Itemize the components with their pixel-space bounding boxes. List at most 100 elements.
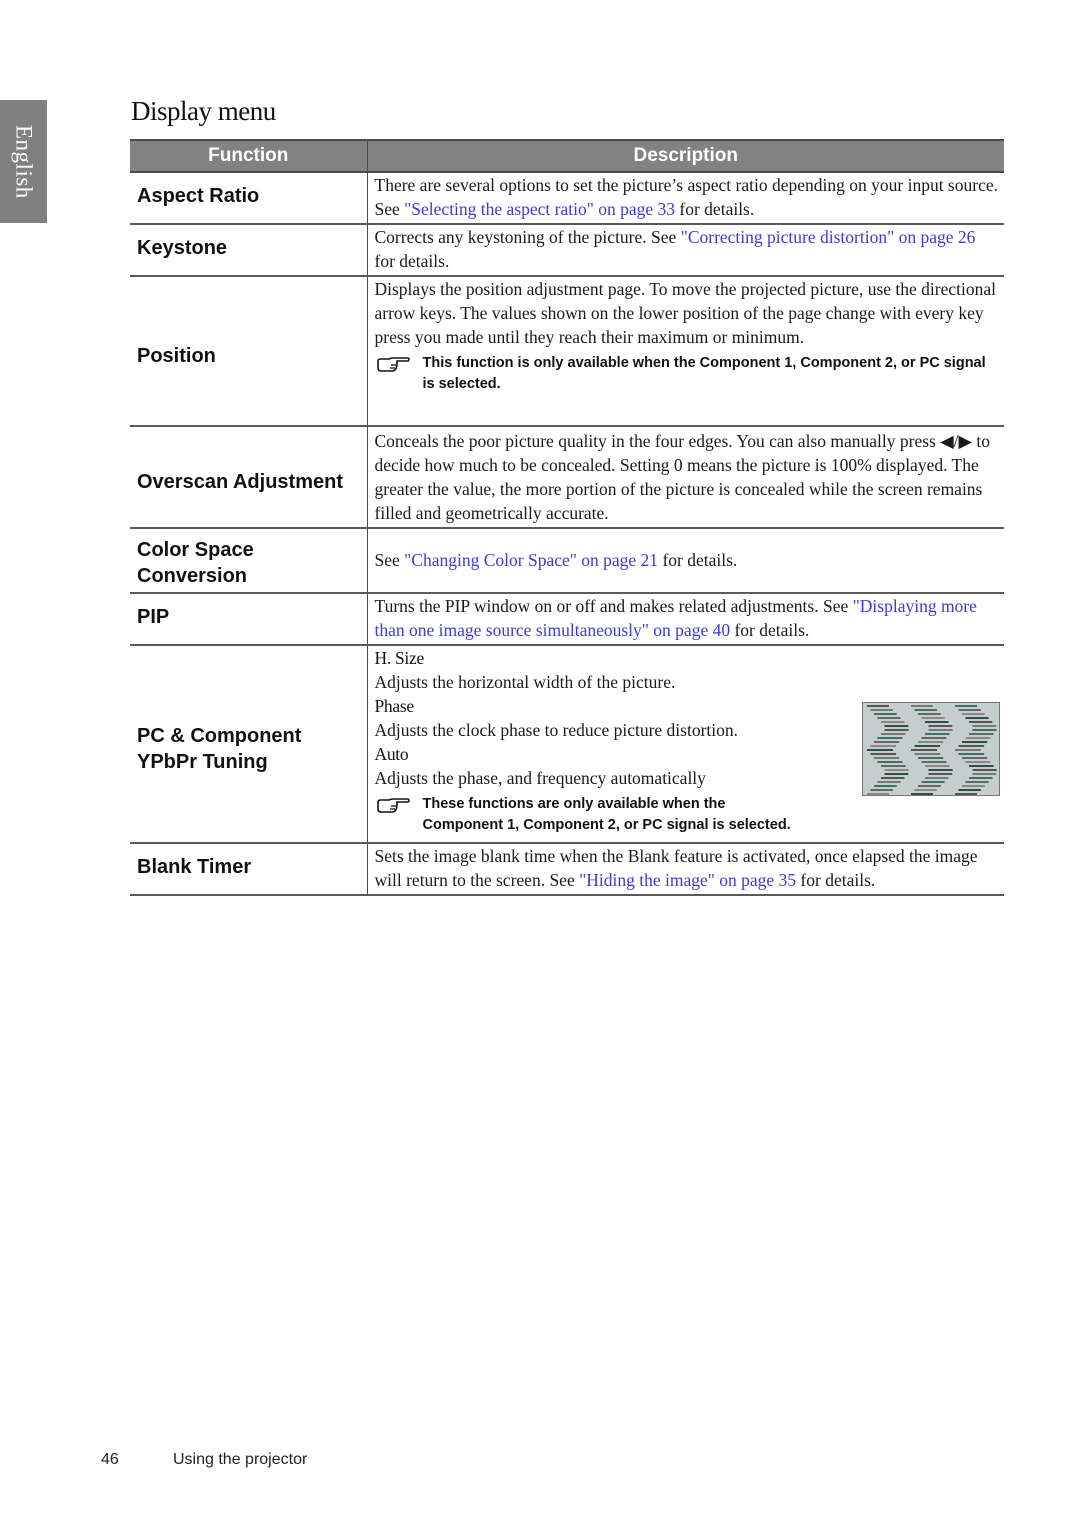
- illustration-stripe: [911, 749, 937, 751]
- illustration-stripe: [911, 793, 933, 795]
- page-title: Display menu: [131, 96, 276, 126]
- illustration-stripe: [867, 749, 893, 751]
- desc-text: Corrects any keystoning of the picture. …: [374, 227, 681, 247]
- function-pip: PIP: [130, 593, 368, 646]
- illustration-stripe: [874, 785, 897, 787]
- table-row: Keystone Corrects any keystoning of the …: [130, 224, 1004, 277]
- illustration-stripe: [914, 753, 941, 755]
- desc-text: for details.: [675, 199, 755, 219]
- note: These functions are only available when …: [375, 792, 999, 836]
- phase-distortion-illustration: [862, 702, 1000, 796]
- illustration-stripe: [925, 777, 949, 779]
- illustration-stripe: [928, 769, 953, 771]
- illustration-stripe: [884, 729, 909, 731]
- illustration-stripe: [969, 765, 994, 767]
- illustration-stripe: [867, 705, 889, 707]
- language-tab-label: English: [11, 124, 37, 199]
- function-label-line: YPbPr Tuning: [137, 751, 268, 773]
- language-tab: English: [0, 100, 47, 223]
- illustration-stripe: [884, 725, 909, 727]
- desc-text: Turns the PIP window on or off and makes…: [374, 596, 853, 616]
- description-color-space-conversion: See "Changing Color Space" on page 21 fo…: [367, 528, 1004, 594]
- illustration-stripe: [877, 717, 901, 719]
- illustration-stripe: [928, 773, 953, 775]
- illustration-stripe: [962, 757, 988, 759]
- illustration-stripe: [921, 781, 945, 783]
- illustration-stripe: [884, 773, 909, 775]
- header-function: Function: [130, 139, 368, 173]
- table-row: Blank Timer Sets the image blank time wh…: [130, 843, 1004, 896]
- illustration-stripe: [921, 737, 947, 739]
- illustration-stripe: [958, 745, 985, 747]
- illustration-stripe: [877, 781, 901, 783]
- desc-text: See: [374, 549, 405, 570]
- illustration-stripe: [918, 757, 944, 759]
- illustration-stripe: [962, 741, 988, 743]
- function-color-space-conversion: Color Space Conversion: [130, 528, 368, 594]
- illustration-stripe: [962, 785, 985, 787]
- description-position: Displays the position adjustment page. T…: [367, 276, 1004, 427]
- pointing-hand-icon: [375, 792, 423, 820]
- illustration-stripe: [969, 777, 993, 779]
- illustration-stripe: [925, 733, 950, 735]
- illustration-stripe: [877, 761, 903, 763]
- illustration-stripe: [918, 785, 941, 787]
- desc-text: for details.: [658, 549, 738, 570]
- table-row: Overscan Adjustment Conceals the poor pi…: [130, 426, 1004, 529]
- link-correcting-picture-distortion[interactable]: "Correcting picture distortion" on page …: [681, 227, 976, 247]
- illustration-stripe: [958, 753, 985, 755]
- illustration-stripe: [965, 781, 989, 783]
- note-text: These functions are only available when …: [423, 792, 791, 836]
- link-hiding-the-image[interactable]: "Hiding the image" on page 35: [579, 870, 796, 890]
- function-pc-component-tuning: PC & Component YPbPr Tuning: [130, 645, 368, 844]
- description-aspect-ratio: There are several options to set the pic…: [367, 172, 1004, 225]
- page-number: 46: [101, 1451, 119, 1468]
- table-row: PIP Turns the PIP window on or off and m…: [130, 593, 1004, 646]
- function-overscan-adjustment: Overscan Adjustment: [130, 426, 368, 529]
- left-right-arrows-icon: ◀/▶: [940, 431, 972, 451]
- description-overscan-adjustment: Conceals the poor picture quality in the…: [367, 426, 1004, 529]
- note-text: This function is only available when the…: [422, 355, 986, 392]
- illustration-stripe: [965, 761, 991, 763]
- subitem-title: H. Size: [374, 648, 425, 668]
- display-menu-table: Function Description Aspect Ratio There …: [130, 139, 1004, 896]
- illustration-stripe: [921, 761, 947, 763]
- footer-section-title: Using the projector: [173, 1451, 308, 1468]
- table-header-row: Function Description: [130, 139, 1004, 173]
- illustration-stripe: [969, 721, 993, 723]
- illustration-stripe: [874, 713, 897, 715]
- note-line: Component 1, Component 2, or PC signal i…: [422, 817, 791, 833]
- illustration-stripe: [914, 709, 937, 711]
- illustration-stripe: [928, 725, 953, 727]
- desc-text: Displays the position adjustment page. T…: [374, 279, 997, 347]
- subitem-h-size: H. Size Adjusts the horizontal width of …: [375, 646, 999, 694]
- illustration-stripe: [874, 757, 900, 759]
- illustration-stripe: [958, 789, 981, 791]
- table-row: Position Displays the position adjustmen…: [130, 276, 1004, 427]
- illustration-stripe: [914, 789, 937, 791]
- illustration-stripe: [969, 733, 994, 735]
- illustration-stripe: [972, 729, 997, 731]
- illustration-stripe: [918, 741, 944, 743]
- desc-text: for details.: [374, 251, 450, 271]
- illustration-stripe: [870, 789, 893, 791]
- illustration-stripe: [870, 709, 893, 711]
- illustration-stripe: [972, 725, 997, 727]
- illustration-stripe: [911, 705, 933, 707]
- link-changing-color-space[interactable]: "Changing Color Space" on page 21: [404, 550, 658, 570]
- illustration-stripe: [925, 721, 949, 723]
- function-aspect-ratio: Aspect Ratio: [130, 172, 368, 225]
- illustration-stripe: [925, 765, 950, 767]
- description-keystone: Corrects any keystoning of the picture. …: [367, 224, 1004, 277]
- table-row: Color Space Conversion See "Changing Col…: [130, 528, 1004, 594]
- illustration-stripe: [965, 737, 991, 739]
- link-selecting-aspect-ratio[interactable]: "Selecting the aspect ratio" on page 33: [404, 199, 675, 219]
- illustration-stripe: [955, 749, 981, 751]
- description-pip: Turns the PIP window on or off and makes…: [367, 593, 1004, 646]
- illustration-stripe: [870, 745, 897, 747]
- description-blank-timer: Sets the image blank time when the Blank…: [367, 843, 1004, 896]
- table-row: PC & Component YPbPr Tuning H. Size Adju…: [130, 645, 1004, 844]
- desc-text: for details.: [730, 620, 810, 640]
- illustration-stripe: [881, 721, 905, 723]
- illustration-stripe: [955, 793, 977, 795]
